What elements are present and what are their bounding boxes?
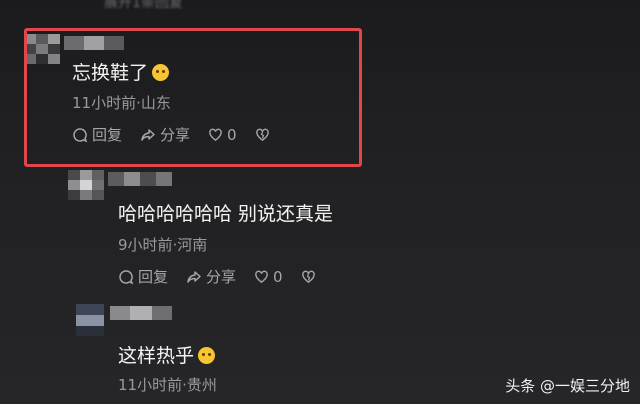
share-button[interactable]: 分享: [186, 266, 236, 287]
reply-icon: [119, 269, 134, 284]
avatar[interactable]: [76, 304, 104, 336]
comment-actions: 回复 分享 0: [118, 266, 320, 287]
avatar[interactable]: [68, 170, 104, 200]
username-blurred[interactable]: [110, 306, 172, 320]
reply-button[interactable]: 回复: [118, 266, 168, 287]
highlight-box: [24, 28, 362, 167]
share-icon: [187, 270, 201, 283]
watermark: 头条 @一娱三分地: [505, 377, 630, 395]
comment-meta: 9小时前·河南: [118, 236, 208, 254]
heart-icon: [255, 270, 268, 283]
username-blurred[interactable]: [108, 172, 172, 186]
comment-meta: 11小时前·贵州: [118, 376, 217, 394]
broken-heart-icon: [301, 270, 315, 283]
share-label: 分享: [206, 268, 237, 286]
comment-text-label: 这样热乎: [118, 345, 195, 367]
like-button[interactable]: 0: [254, 268, 283, 286]
reply-label: 回复: [138, 268, 169, 286]
thinking-emoji-icon: [198, 347, 216, 364]
comment-text: 这样热乎: [118, 341, 216, 368]
dislike-button[interactable]: [301, 269, 320, 284]
collapsed-replies-text: 展开1条回复: [104, 0, 183, 11]
comment-text: 哈哈哈哈哈哈 别说还真是: [118, 203, 334, 225]
like-count: 0: [273, 267, 283, 286]
